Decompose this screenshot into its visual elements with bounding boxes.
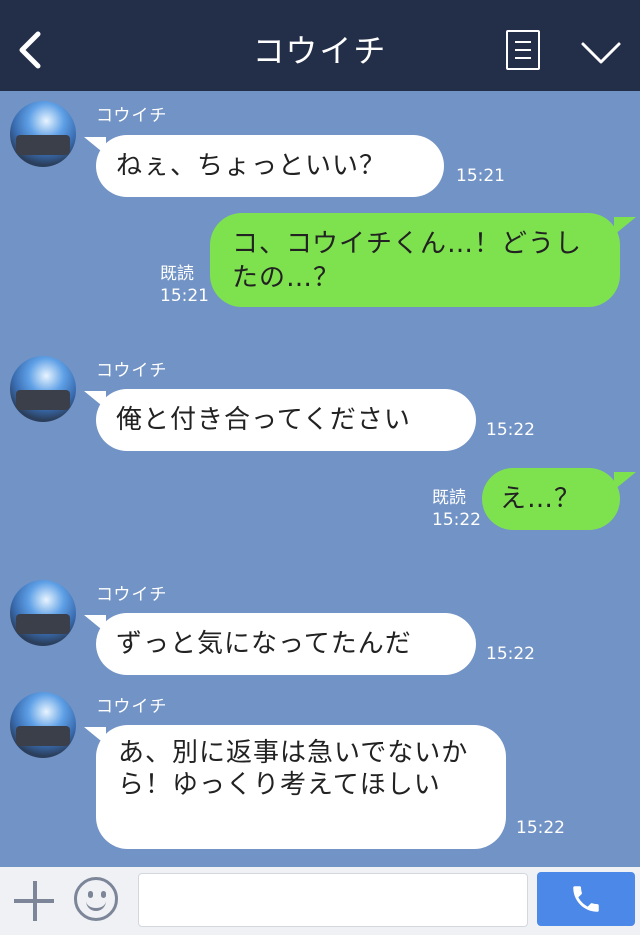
list-icon[interactable] xyxy=(506,30,540,70)
smiley-icon[interactable] xyxy=(74,877,118,921)
phone-icon xyxy=(573,886,599,912)
message-time: 15:22 xyxy=(516,818,565,838)
message-bubble[interactable]: コ、コウイチくん…！どうしたの…？ xyxy=(210,213,620,307)
plus-icon[interactable] xyxy=(12,879,58,925)
read-receipt: 既読 xyxy=(160,264,194,284)
message-list[interactable]: コウイチ ねぇ、ちょっといい？ 15:21 コ、コウイチくん…！どうしたの…？ … xyxy=(0,91,640,867)
message-time: 15:21 xyxy=(456,166,505,186)
avatar[interactable] xyxy=(10,356,76,422)
message-bubble[interactable]: あ、別に返事は急いでないから！ゆっくり考えてほしい xyxy=(96,725,506,849)
avatar[interactable] xyxy=(10,580,76,646)
sender-name: コウイチ xyxy=(96,697,168,717)
message-bubble[interactable]: え…？ xyxy=(482,468,620,530)
bubble-tail xyxy=(614,217,636,235)
avatar[interactable] xyxy=(10,692,76,758)
message-bubble[interactable]: ずっと気になってたんだ xyxy=(96,613,476,675)
chevron-down-icon[interactable] xyxy=(580,40,622,66)
message-time: 15:22 xyxy=(432,510,481,530)
chat-header: コウイチ xyxy=(0,0,640,91)
avatar[interactable] xyxy=(10,101,76,167)
chat-title: コウイチ xyxy=(252,32,388,70)
sender-name: コウイチ xyxy=(96,585,168,605)
sender-name: コウイチ xyxy=(96,361,168,381)
read-receipt: 既読 xyxy=(432,488,466,508)
message-bubble[interactable]: ねぇ、ちょっといい？ xyxy=(96,135,444,197)
composer-bar xyxy=(0,867,640,935)
message-bubble[interactable]: 俺と付き合ってください xyxy=(96,389,476,451)
sender-name: コウイチ xyxy=(96,106,168,126)
bubble-tail xyxy=(614,472,636,490)
call-button[interactable] xyxy=(537,872,635,926)
message-time: 15:21 xyxy=(160,286,209,306)
message-input[interactable] xyxy=(138,873,528,927)
message-time: 15:22 xyxy=(486,644,535,664)
message-time: 15:22 xyxy=(486,420,535,440)
